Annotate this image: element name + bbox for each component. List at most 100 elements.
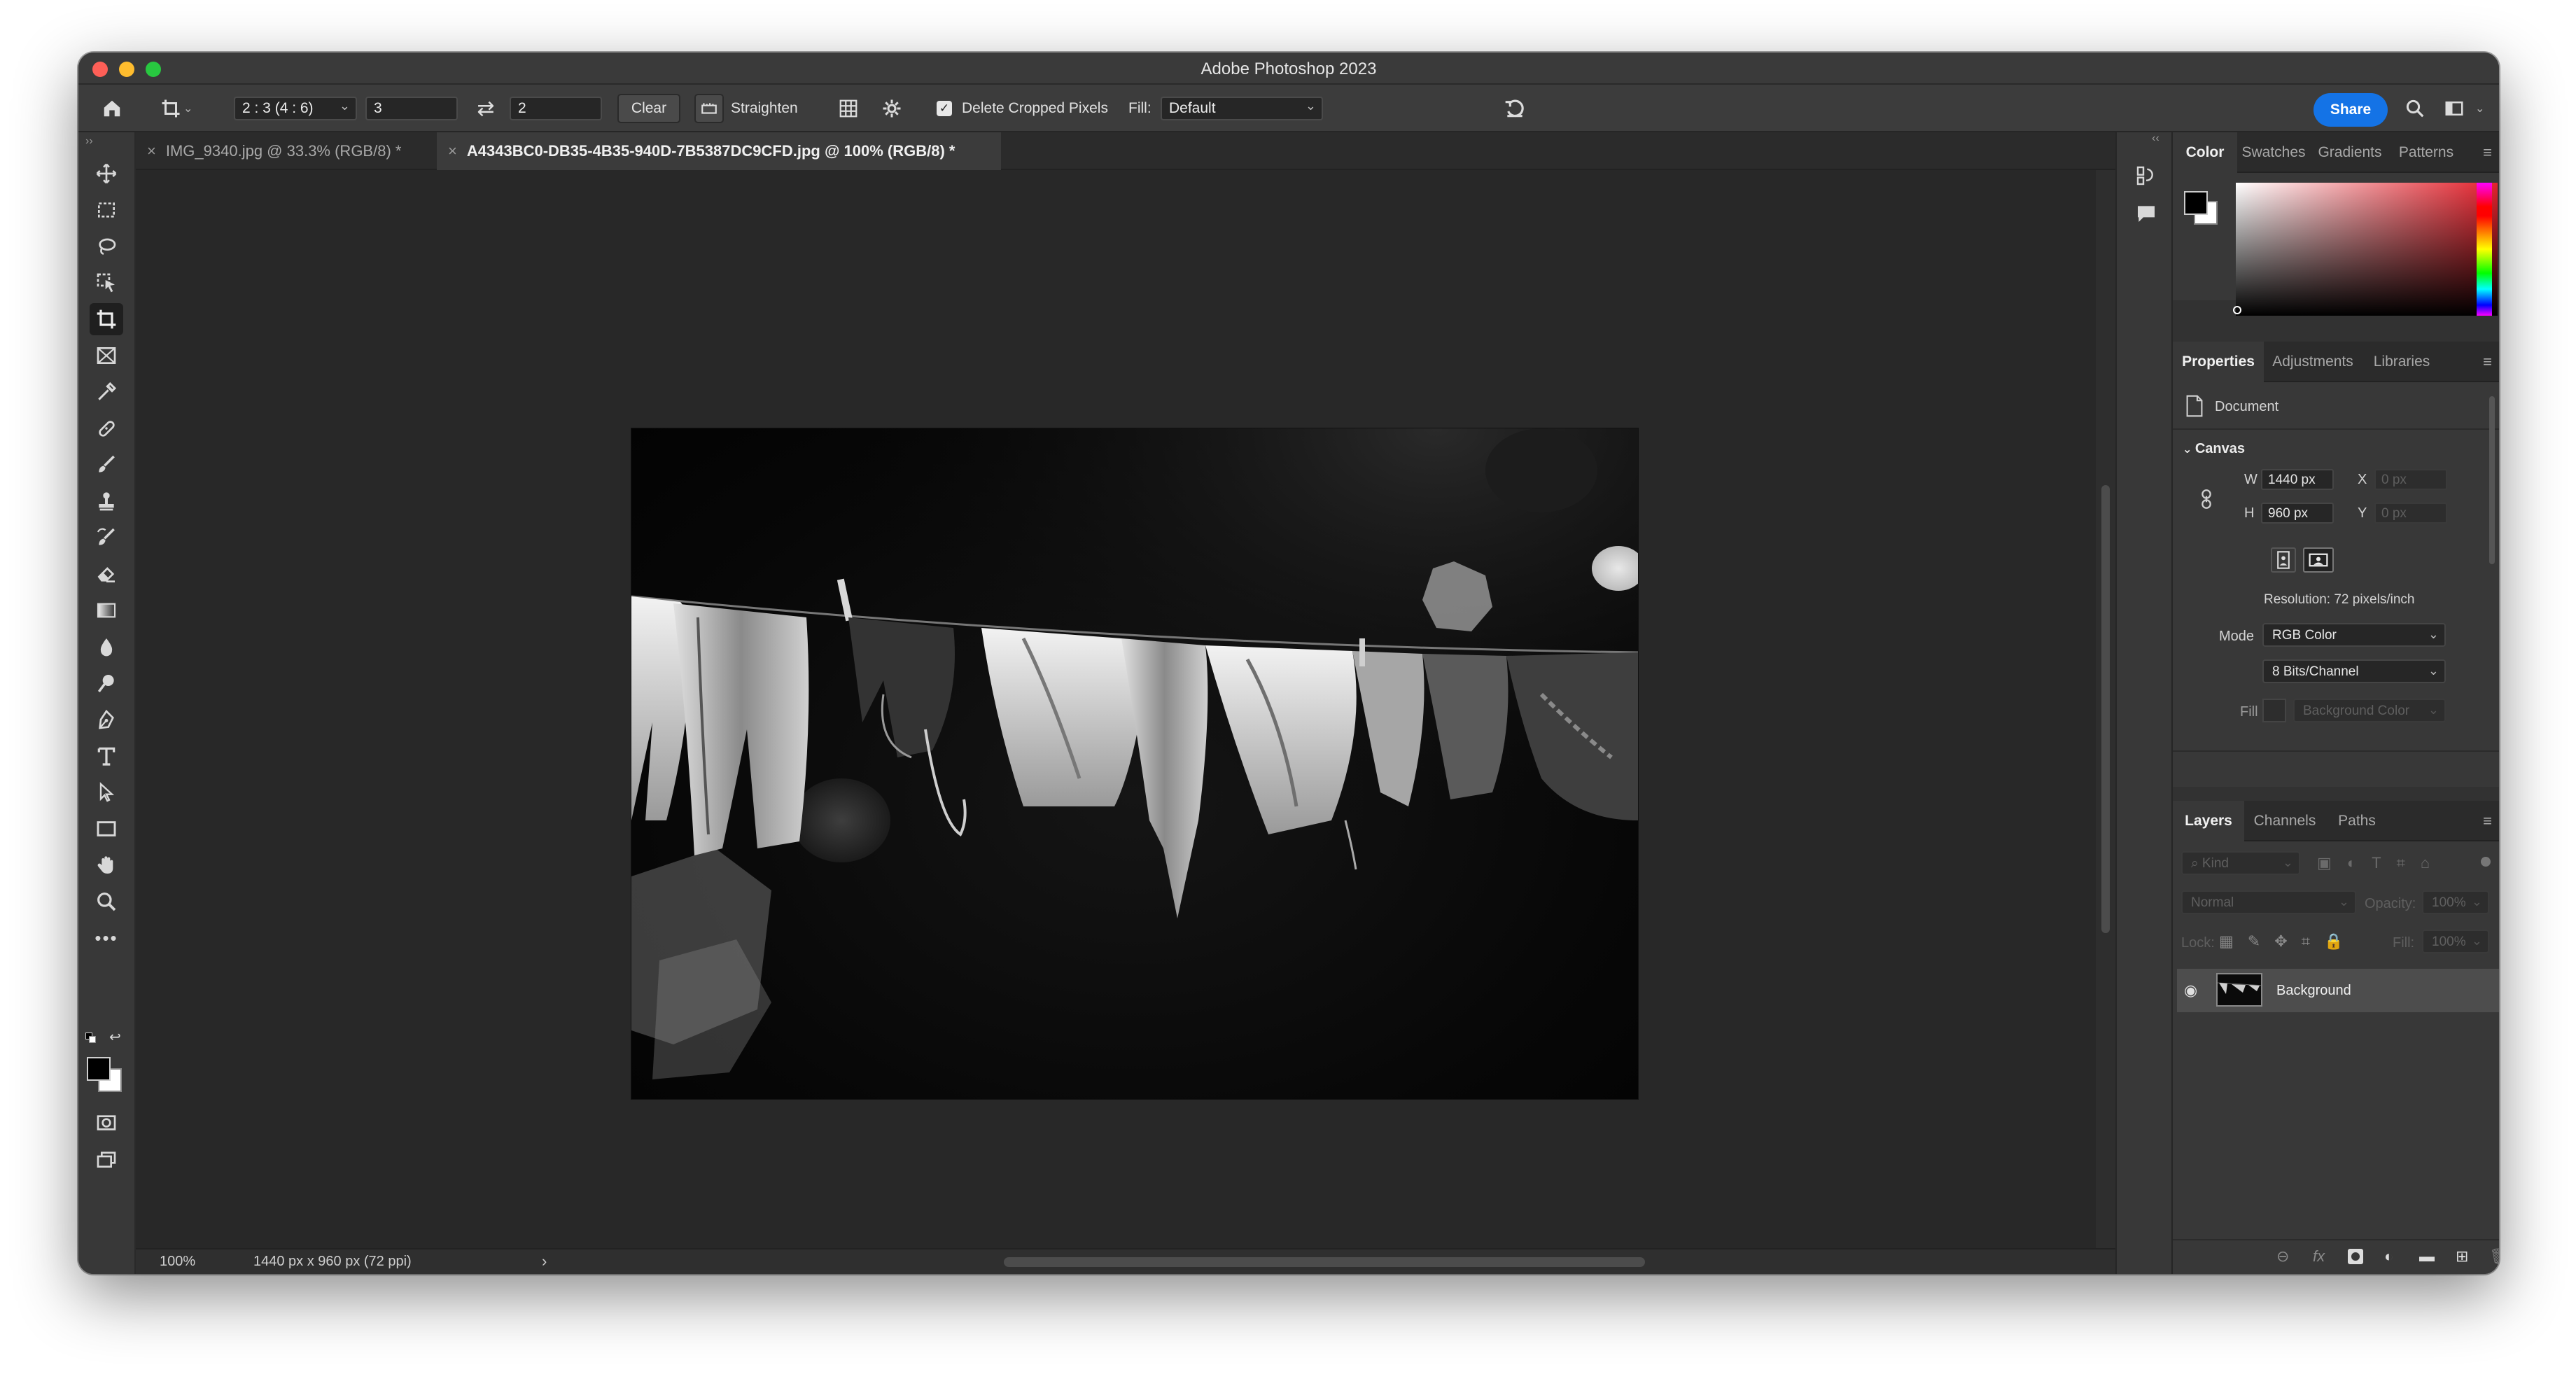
search-icon[interactable]	[2400, 94, 2430, 122]
new-group-folder-icon[interactable]: ▬	[2419, 1247, 2435, 1266]
canvas-width-input[interactable]: 1440 px	[2261, 469, 2334, 490]
close-tab-icon[interactable]: ×	[147, 142, 156, 160]
canvas-x-input[interactable]: 0 px	[2374, 469, 2447, 490]
hand-tool-icon[interactable]	[90, 849, 123, 881]
tab-img-9340[interactable]: × IMG_9340.jpg @ 33.3% (RGB/8) *	[136, 132, 435, 170]
add-mask-icon[interactable]	[2348, 1249, 2363, 1264]
straighten-button[interactable]: Straighten	[694, 94, 798, 123]
canvas-y-input[interactable]: 0 px	[2374, 503, 2447, 524]
horizontal-scroll-thumb[interactable]	[1004, 1257, 1645, 1267]
crop-tool-icon[interactable]	[90, 303, 123, 335]
default-colors-icon[interactable]	[85, 1032, 97, 1044]
zoom-level[interactable]: 100%	[160, 1254, 195, 1270]
lock-option-icons[interactable]: ▦✎✥⌗🔒	[2219, 932, 2357, 951]
fill-select[interactable]: Default ⌄	[1161, 97, 1323, 120]
overlay-grid-icon[interactable]	[833, 94, 864, 122]
tab-a4343bc0[interactable]: × A4343BC0-DB35-4B35-940D-7B5387DC9CFD.j…	[437, 132, 1001, 170]
adjustment-layer-icon[interactable]: ◐	[2384, 1247, 2393, 1266]
panel-menu-icon[interactable]: ≡	[2483, 812, 2492, 830]
tab-channels[interactable]: Channels	[2244, 801, 2325, 841]
pen-tool-icon[interactable]	[90, 704, 123, 736]
frame-tool-icon[interactable]	[90, 340, 123, 372]
opacity-input[interactable]: 100% ⌄	[2422, 890, 2489, 914]
tab-adjustments[interactable]: Adjustments	[2264, 342, 2362, 382]
dodge-tool-icon[interactable]	[90, 667, 123, 699]
comments-panel-icon[interactable]	[2135, 202, 2157, 225]
rectangle-tool-icon[interactable]	[90, 813, 123, 845]
vertical-scrollbar[interactable]	[2096, 170, 2115, 1248]
history-panel-icon[interactable]	[2135, 164, 2157, 187]
canvas-height-input[interactable]: 960 px	[2261, 503, 2334, 524]
tab-libraries[interactable]: Libraries	[2362, 342, 2442, 382]
ratio-height-input[interactable]: 2	[510, 97, 602, 120]
quick-mask-icon[interactable]	[90, 1107, 123, 1139]
move-tool-icon[interactable]	[90, 158, 123, 190]
lasso-tool-icon[interactable]	[90, 230, 123, 262]
collapse-toolbar-icon[interactable]: ››	[85, 135, 93, 148]
crop-tool-preset-icon[interactable]	[155, 94, 186, 122]
history-brush-tool-icon[interactable]	[90, 522, 123, 554]
path-selection-tool-icon[interactable]	[90, 776, 123, 808]
tab-swatches[interactable]: Swatches	[2237, 132, 2310, 173]
color-field[interactable]	[2233, 183, 2498, 316]
layer-filter-icons[interactable]: ▣◐T⌗⌂	[2317, 854, 2445, 872]
tab-layers[interactable]: Layers	[2173, 801, 2244, 841]
clone-stamp-tool-icon[interactable]	[90, 485, 123, 517]
mode-select[interactable]: RGB Color ⌄	[2262, 623, 2446, 647]
share-button[interactable]: Share	[2314, 93, 2388, 127]
close-tab-icon[interactable]: ×	[448, 142, 457, 160]
crop-settings-gear-icon[interactable]	[876, 94, 907, 122]
chevron-down-icon[interactable]: ⌄	[2475, 94, 2484, 122]
new-layer-icon[interactable]: ⊞	[2456, 1247, 2468, 1266]
tab-gradients[interactable]: Gradients	[2310, 132, 2390, 173]
link-dimensions-icon[interactable]	[2199, 487, 2213, 511]
screen-mode-icon[interactable]	[90, 1143, 123, 1175]
properties-scrollbar[interactable]	[2489, 396, 2495, 564]
color-picker-handle[interactable]	[2233, 306, 2241, 314]
tab-paths[interactable]: Paths	[2325, 801, 2388, 841]
visibility-eye-icon[interactable]: ◉	[2184, 981, 2197, 1000]
layer-name[interactable]: Background	[2276, 983, 2351, 999]
reset-crop-icon[interactable]	[1499, 94, 1530, 122]
fill-select[interactable]: Background Color ⌄	[2293, 699, 2446, 722]
workspace-layout-icon[interactable]	[2439, 94, 2470, 122]
blur-tool-icon[interactable]	[90, 631, 123, 663]
blend-mode-select[interactable]: Normal ⌄	[2181, 890, 2356, 914]
swap-ratio-icon[interactable]: ⇄	[470, 94, 501, 122]
tab-patterns[interactable]: Patterns	[2390, 132, 2463, 173]
layer-style-fx-icon[interactable]: fx	[2313, 1247, 2325, 1266]
marquee-tool-icon[interactable]	[90, 194, 123, 226]
type-tool-icon[interactable]	[90, 740, 123, 772]
delete-layer-trash-icon[interactable]: 🗑	[2489, 1247, 2499, 1266]
delete-cropped-pixels-checkbox[interactable]: ✓ Delete Cropped Pixels	[937, 94, 1108, 122]
hue-slider[interactable]	[2477, 183, 2492, 316]
link-layers-icon[interactable]: ⊖	[2276, 1247, 2289, 1266]
expand-panels-icon[interactable]: ‹‹	[2152, 132, 2160, 145]
home-icon[interactable]	[97, 94, 127, 122]
ratio-preset-select[interactable]: 2 : 3 (4 : 6) ⌄	[234, 97, 357, 120]
tab-color[interactable]: Color	[2173, 132, 2237, 173]
tab-properties[interactable]: Properties	[2173, 342, 2264, 382]
chevron-down-icon[interactable]: ⌄	[183, 94, 192, 122]
more-tools-icon[interactable]: •••	[90, 922, 123, 954]
eraser-tool-icon[interactable]	[90, 558, 123, 590]
swap-colors-icon[interactable]: ↩	[109, 1028, 121, 1046]
gradient-tool-icon[interactable]	[90, 594, 123, 626]
brush-tool-icon[interactable]	[90, 449, 123, 481]
panel-menu-icon[interactable]: ≡	[2483, 144, 2492, 162]
color-foreground-swatch[interactable]	[2184, 191, 2208, 215]
vertical-scroll-thumb[interactable]	[2101, 485, 2110, 933]
panel-menu-icon[interactable]: ≡	[2483, 353, 2492, 371]
foreground-color-swatch[interactable]	[87, 1057, 111, 1081]
document-image[interactable]	[631, 428, 1638, 1099]
status-menu-arrow-icon[interactable]: ›	[542, 1252, 547, 1270]
eyedropper-tool-icon[interactable]	[90, 376, 123, 408]
clear-button[interactable]: Clear	[617, 94, 680, 123]
filter-toggle-icon[interactable]	[2481, 857, 2491, 867]
canvas-section-header[interactable]: ⌄ Canvas	[2183, 441, 2245, 457]
ratio-width-input[interactable]: 3	[365, 97, 458, 120]
layer-kind-filter[interactable]: ⌕ Kind ⌄	[2181, 851, 2300, 875]
landscape-orientation-icon[interactable]	[2303, 547, 2334, 573]
layer-fill-input[interactable]: 100% ⌄	[2422, 930, 2489, 953]
canvas-area[interactable]	[136, 170, 2096, 1248]
